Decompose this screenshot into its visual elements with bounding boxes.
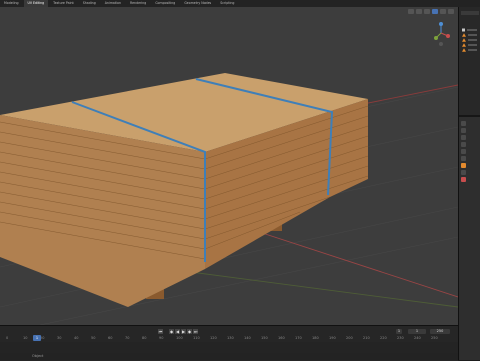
outliner-row[interactable] [461,17,479,32]
current-frame-field[interactable]: 1 [396,329,402,334]
zoom-icon[interactable] [439,42,443,46]
ruler-tick: 50 [91,336,96,340]
outliner-row[interactable] [461,11,479,15]
end-frame-field[interactable]: 250 [430,329,450,334]
3d-viewport[interactable] [0,7,458,325]
ruler-tick: 70 [125,336,130,340]
ruler-tick: 30 [57,336,62,340]
ruler-tick: 200 [346,336,353,340]
jump-keyframe-back-icon[interactable]: ◆ [169,329,174,334]
ruler-tick: 160 [278,336,285,340]
render-icon[interactable] [461,128,466,133]
ruler-tick: 90 [159,336,164,340]
ruler-tick: 130 [227,336,234,340]
z-axis-icon[interactable] [439,22,443,26]
ruler-tick: 230 [397,336,404,340]
tab-scripting[interactable]: Scripting [216,0,238,7]
right-panels [458,7,480,360]
tab-uv-editing[interactable]: UV Editing [23,0,49,7]
ruler-tick: 220 [380,336,387,340]
wireframe-shading-icon[interactable] [424,9,430,14]
status-text: Object [32,354,44,358]
object-icon[interactable] [461,163,466,168]
ruler-tick: 210 [363,336,370,340]
ruler-tick: 120 [210,336,217,340]
ruler-tick: 10 [23,336,28,340]
overlay-icon[interactable] [416,9,422,14]
jump-start-icon[interactable]: ⏮ [158,329,163,334]
tab-compositing[interactable]: Compositing [151,0,179,7]
ruler-tick: 150 [261,336,268,340]
ruler-tick: 240 [414,336,421,340]
red-axis-line-front [249,228,458,298]
y-axis-icon[interactable] [434,36,438,40]
world-icon[interactable] [461,156,466,161]
output-icon[interactable] [461,135,466,140]
view-layer-icon[interactable] [461,142,466,147]
play-icon[interactable]: ▶ [181,329,186,334]
playback-controls: ⏮ ◆ ◀ ▶ ◆ ⏭ 1 1 250 [0,328,458,336]
ruler-tick: 40 [74,336,79,340]
properties-tabs [461,121,466,184]
jump-keyframe-forward-icon[interactable]: ◆ [187,329,192,334]
jump-end-icon[interactable]: ⏭ [193,329,198,334]
rendered-shading-icon[interactable] [448,9,454,14]
solid-shading-icon[interactable] [432,9,438,14]
tab-geometry-nodes[interactable]: Geometry Nodes [180,0,215,7]
ruler-tick: 250 [431,336,438,340]
ruler-tick: 110 [193,336,200,340]
playhead[interactable]: 1 [33,335,41,341]
scene-icon[interactable] [461,149,466,154]
outliner-row[interactable] [461,22,479,37]
ruler-tick: 140 [244,336,251,340]
start-frame-field[interactable]: 1 [408,329,426,334]
ruler-tick: 80 [142,336,147,340]
tab-rendering[interactable]: Rendering [126,0,150,7]
outliner[interactable] [459,7,480,117]
tab-shading[interactable]: Shading [79,0,100,7]
outliner-row[interactable] [461,32,479,47]
tab-animation[interactable]: Animation [101,0,125,7]
outliner-row[interactable] [461,27,479,42]
mesh-icon [462,43,477,47]
ruler-tick: 170 [295,336,302,340]
tab-modeling[interactable]: Modeling [0,0,23,7]
status-bar: Object [0,353,458,360]
tab-texture-paint[interactable]: Texture Paint [49,0,78,7]
viewport-shading-buttons [408,9,454,15]
ruler-tick: 0 [6,336,9,340]
ruler-tick: 180 [312,336,319,340]
visibility-icon[interactable] [408,9,414,14]
navigation-gizmo[interactable] [430,21,452,49]
properties-editor[interactable] [459,117,480,360]
tool-icon[interactable] [461,121,466,126]
viewport-header [0,7,458,17]
ruler-tick: 190 [329,336,336,340]
material-icon[interactable] [461,177,466,182]
mesh-icon [462,48,477,52]
modifier-icon[interactable] [461,170,466,175]
material-shading-icon[interactable] [440,9,446,14]
ruler-tick: 60 [108,336,113,340]
outliner-row[interactable] [461,37,479,52]
viewport-scene [0,73,458,325]
x-axis-icon[interactable] [446,34,450,38]
ruler-tick: 100 [176,336,183,340]
play-reverse-icon[interactable]: ◀ [175,329,180,334]
